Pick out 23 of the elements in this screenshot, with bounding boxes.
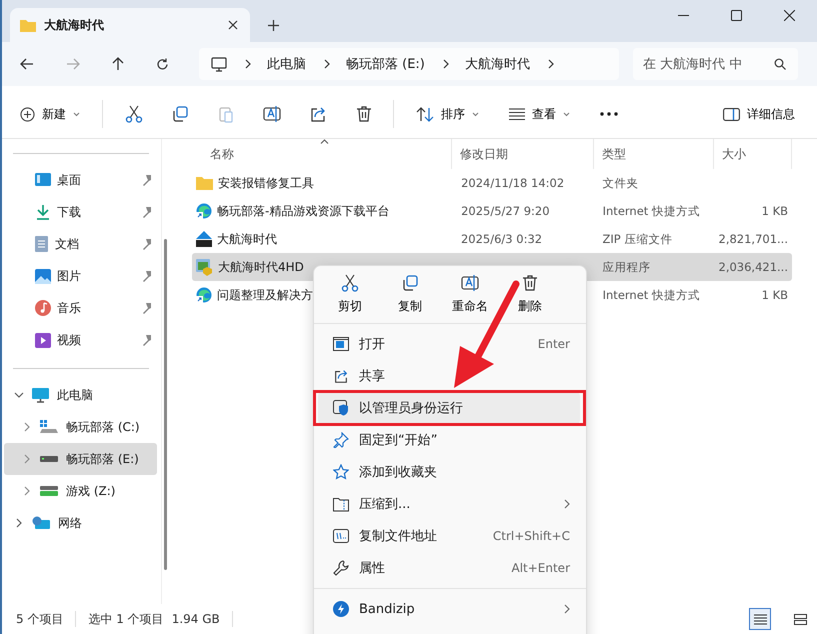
file-name: 安装报错修复工具 xyxy=(218,174,314,192)
shortcut-text: Ctrl+Shift+C xyxy=(492,529,570,543)
file-type: 文件夹 xyxy=(602,176,639,190)
file-size: 1 KB xyxy=(762,204,788,218)
file-name: 畅玩部落-精品游戏资源下载平台 xyxy=(217,202,390,220)
file-type: Internet 快捷方式 xyxy=(602,288,700,302)
modified-date: 2025/6/3 0:32 xyxy=(460,232,542,246)
file-size: 2,036,421... xyxy=(718,260,788,274)
file-size: 2,821,701... xyxy=(718,232,788,246)
item-count: 5 个项目 xyxy=(16,610,64,628)
file-type: Internet 快捷方式 xyxy=(602,204,700,218)
file-name: 大航海时代4HD xyxy=(218,258,304,276)
selection-count: 选中 1 个项目 xyxy=(88,610,164,628)
file-name: 问题整理及解决方 xyxy=(217,286,313,304)
file-size: 1 KB xyxy=(762,288,788,302)
shortcut-text: Alt+Enter xyxy=(511,561,570,575)
modified-date: 2025/5/27 9:20 xyxy=(461,204,550,218)
selection-size: 1.94 GB xyxy=(172,612,220,626)
file-name: 大航海时代 xyxy=(217,230,277,248)
modified-date: 2024/11/18 14:02 xyxy=(461,176,564,190)
file-type: 应用程序 xyxy=(602,260,650,274)
file-type: ZIP 压缩文件 xyxy=(602,232,672,246)
shortcut-text: Enter xyxy=(538,337,570,351)
